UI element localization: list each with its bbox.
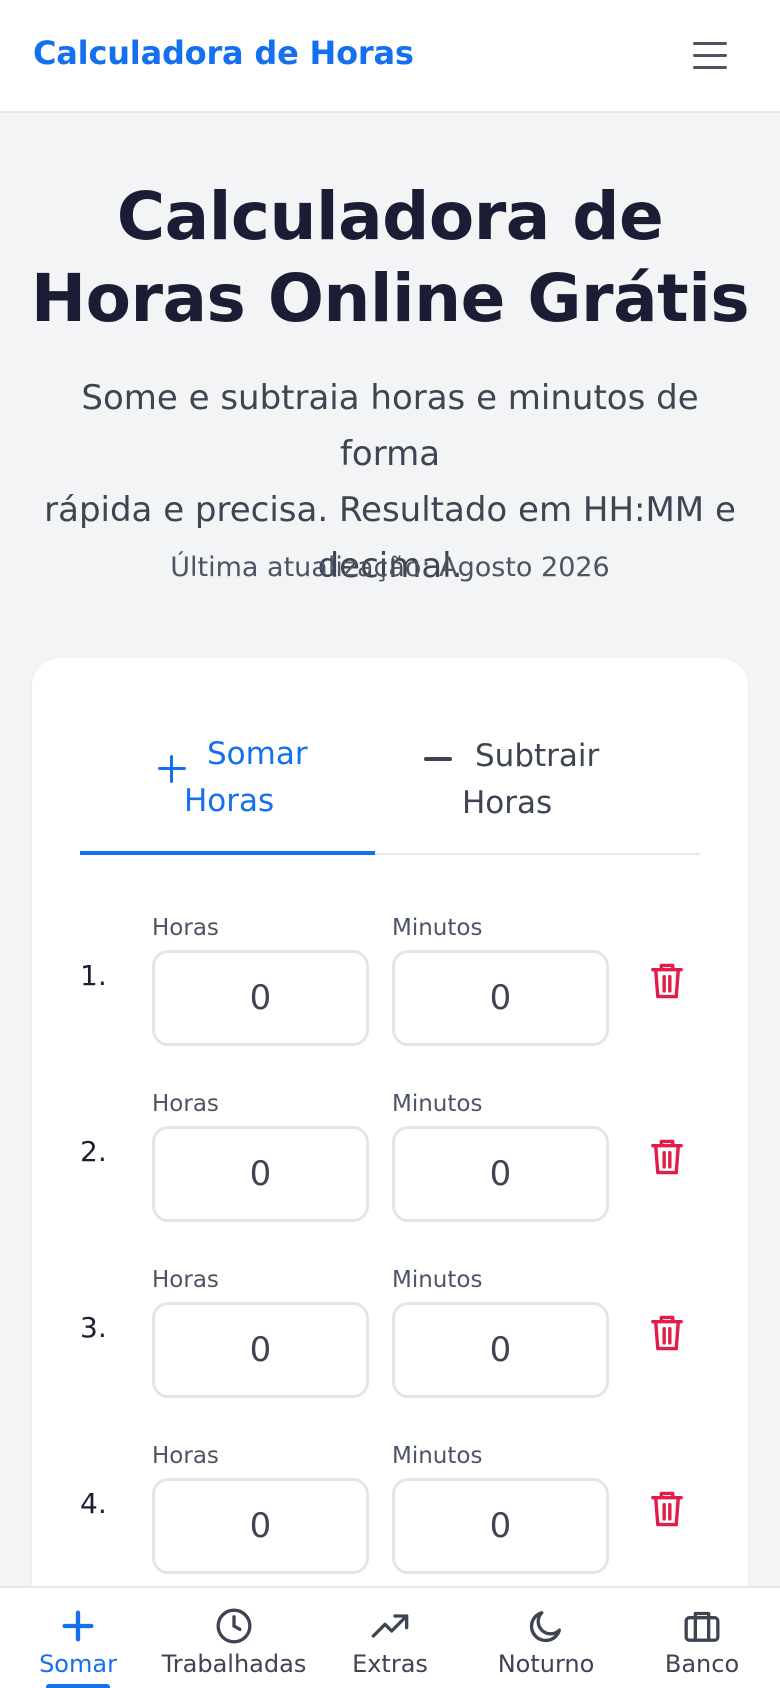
hours-label: Horas bbox=[152, 1091, 219, 1117]
hours-input[interactable]: 0 bbox=[152, 950, 369, 1046]
minutes-label: Minutos bbox=[392, 1091, 483, 1117]
nav-item-banco[interactable]: Banco bbox=[624, 1588, 780, 1688]
nav-label: Extras bbox=[352, 1650, 428, 1678]
nav-item-somar[interactable]: Somar bbox=[0, 1588, 156, 1688]
trash-icon[interactable] bbox=[650, 961, 684, 1001]
nav-label: Banco bbox=[664, 1650, 740, 1678]
time-entry-row: 1. Horas Minutos 0 0 bbox=[0, 915, 780, 1055]
row-number: 1. bbox=[80, 959, 107, 992]
trending-up-icon bbox=[371, 1614, 409, 1638]
trash-icon[interactable] bbox=[650, 1137, 684, 1177]
plus-icon bbox=[158, 755, 186, 783]
minus-icon bbox=[424, 757, 452, 761]
minutes-label: Minutos bbox=[392, 1443, 483, 1469]
hours-label: Horas bbox=[152, 1443, 219, 1469]
hours-label: Horas bbox=[152, 1267, 219, 1293]
time-entry-row: 3. Horas Minutos 0 0 bbox=[0, 1267, 780, 1407]
tab-label: Horas bbox=[462, 785, 553, 821]
minutes-label: Minutos bbox=[392, 1267, 483, 1293]
hours-input[interactable]: 0 bbox=[152, 1478, 369, 1574]
row-number: 2. bbox=[80, 1135, 107, 1168]
active-indicator bbox=[46, 1684, 110, 1688]
row-number: 4. bbox=[80, 1487, 107, 1520]
minutes-input[interactable]: 0 bbox=[392, 1478, 609, 1574]
brand-link[interactable]: Calculadora de Horas bbox=[33, 34, 414, 72]
operation-tabs: Somar Horas Subtrair Horas bbox=[80, 715, 700, 855]
minutes-input[interactable]: 0 bbox=[392, 1302, 609, 1398]
hamburger-menu-icon[interactable] bbox=[690, 38, 730, 74]
hours-input[interactable]: 0 bbox=[152, 1126, 369, 1222]
briefcase-icon bbox=[684, 1611, 720, 1642]
tab-label: Subtrair bbox=[475, 738, 600, 774]
page-title-line: Horas Online Grátis bbox=[30, 260, 750, 337]
minutes-input[interactable]: 0 bbox=[392, 1126, 609, 1222]
tab-subtract-hours[interactable]: Subtrair Horas bbox=[390, 715, 685, 855]
bottom-navigation: Somar Trabalhadas Extras Noturno Banco bbox=[0, 1586, 780, 1688]
minutes-label: Minutos bbox=[392, 915, 483, 941]
hours-input[interactable]: 0 bbox=[152, 1302, 369, 1398]
nav-item-trabalhadas[interactable]: Trabalhadas bbox=[156, 1588, 312, 1688]
tab-label: Horas bbox=[184, 783, 275, 819]
page-title: Calculadora de Horas Online Grátis bbox=[20, 176, 760, 340]
last-updated: Última atualização: Agosto 2026 bbox=[170, 552, 610, 583]
minutes-input[interactable]: 0 bbox=[392, 950, 609, 1046]
plus-icon bbox=[62, 1610, 94, 1642]
nav-label: Somar bbox=[39, 1650, 117, 1678]
clock-icon bbox=[216, 1608, 252, 1644]
trash-icon[interactable] bbox=[650, 1489, 684, 1529]
row-number: 3. bbox=[80, 1311, 107, 1344]
nav-label: Trabalhadas bbox=[161, 1650, 307, 1678]
trash-icon[interactable] bbox=[650, 1313, 684, 1353]
subtitle-line: rápida e precisa. Resultado em HH:MM e bbox=[44, 490, 736, 530]
top-bar: Calculadora de Horas bbox=[0, 0, 780, 113]
moon-icon bbox=[529, 1611, 561, 1643]
hours-label: Horas bbox=[152, 915, 219, 941]
nav-item-noturno[interactable]: Noturno bbox=[468, 1588, 624, 1688]
subtitle-line: Some e subtraia horas e minutos de forma bbox=[81, 378, 699, 474]
nav-label: Noturno bbox=[497, 1650, 595, 1678]
page-title-line: Calculadora de bbox=[116, 178, 664, 255]
time-entry-row: 2. Horas Minutos 0 0 bbox=[0, 1091, 780, 1231]
time-entry-row: 4. Horas Minutos 0 0 bbox=[0, 1443, 780, 1583]
tab-label: Somar bbox=[207, 736, 308, 772]
nav-item-extras[interactable]: Extras bbox=[312, 1588, 468, 1688]
tab-add-hours[interactable]: Somar Horas bbox=[80, 715, 375, 855]
